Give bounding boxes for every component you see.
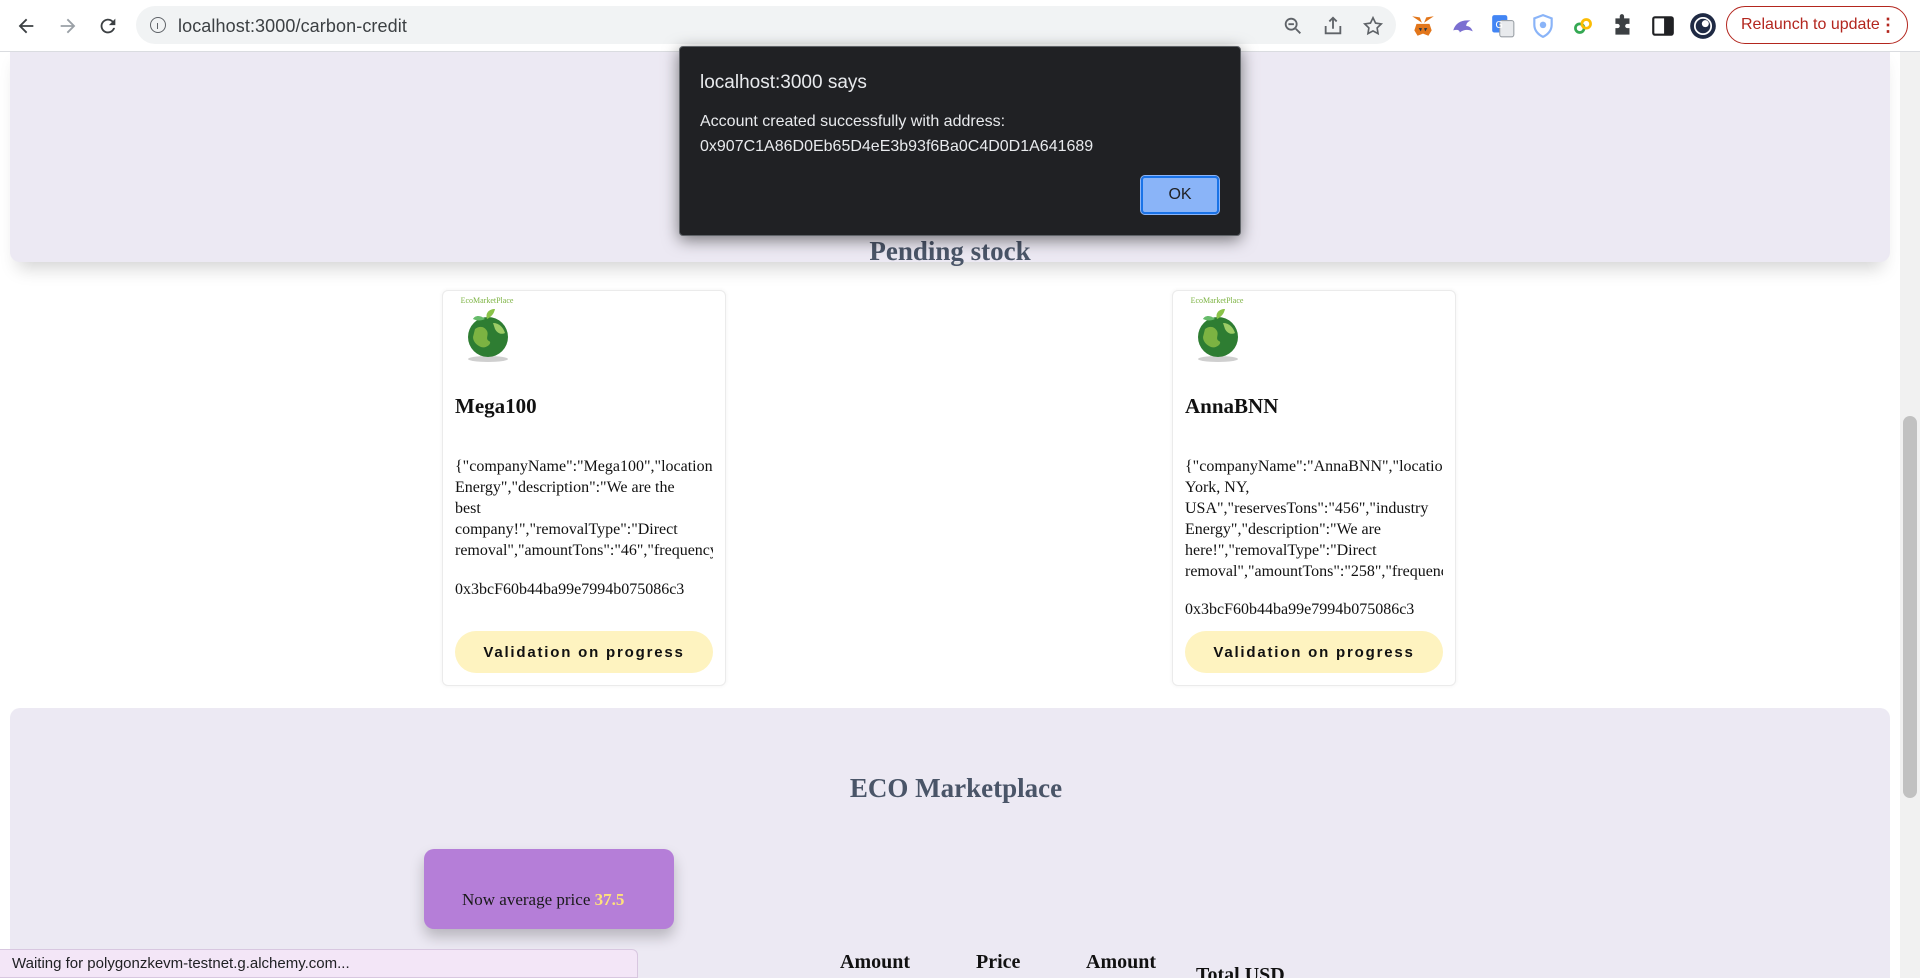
average-price-box: Now average price 37.5 xyxy=(424,849,674,929)
validation-status-button[interactable]: Validation on progress xyxy=(455,631,713,673)
ok-button[interactable]: OK xyxy=(1140,175,1220,215)
shield-icon[interactable] xyxy=(1530,13,1556,39)
share-icon[interactable] xyxy=(1322,15,1344,37)
browser-toolbar: localhost:3000/carbon-credit G Relaunch … xyxy=(0,0,1920,52)
translate-icon[interactable]: G xyxy=(1490,13,1516,39)
marketplace-panel xyxy=(10,708,1890,978)
metamask-icon[interactable] xyxy=(1410,13,1436,39)
reload-button[interactable] xyxy=(92,10,124,42)
site-info-icon[interactable] xyxy=(150,17,166,33)
zoom-icon[interactable] xyxy=(1282,15,1304,37)
relaunch-label: Relaunch to update xyxy=(1741,16,1880,33)
side-panel-icon[interactable] xyxy=(1650,13,1676,39)
arrow-left-icon xyxy=(18,18,34,34)
column-header-total-usd: Total USD xyxy=(1196,964,1285,978)
column-header-amount-2: Amount xyxy=(1086,951,1157,973)
average-price-label: Now average price xyxy=(462,890,591,909)
puzzle-icon[interactable] xyxy=(1610,13,1636,39)
validation-status-button[interactable]: Validation on progress xyxy=(1185,631,1443,673)
company-name: Mega100 xyxy=(455,394,537,418)
bookmark-star-icon[interactable] xyxy=(1362,15,1384,37)
average-price-text: Now average price 37.5 xyxy=(462,890,624,910)
wallet-address: 0x3bcF60b44ba99e7994b075086c3 xyxy=(455,581,685,598)
company-details: {"companyName":"Mega100","location Energ… xyxy=(455,458,713,559)
loading-status-bar: Waiting for polygonzkevm-testnet.g.alche… xyxy=(0,949,638,978)
logo-text: EcoMarketPlace xyxy=(460,296,514,305)
forward-button[interactable] xyxy=(52,10,84,42)
average-price-value: 37.5 xyxy=(594,890,625,909)
page-scrollbar[interactable] xyxy=(1900,52,1920,978)
eco-globe-logo-icon xyxy=(1198,309,1238,362)
more-menu-icon[interactable]: ⋮ xyxy=(1879,16,1897,34)
column-header-amount: Amount xyxy=(840,951,911,973)
url-text[interactable]: localhost:3000/carbon-credit xyxy=(178,16,407,37)
link-extension-icon[interactable] xyxy=(1570,13,1596,39)
arrow-right-icon xyxy=(60,18,76,34)
alert-title: localhost:3000 says xyxy=(700,72,867,93)
eco-globe-logo-icon xyxy=(468,309,508,362)
wallet-address: 0x3bcF60b44ba99e7994b075086c3 xyxy=(1185,601,1415,618)
extension-dragon-icon[interactable] xyxy=(1450,13,1476,39)
logo-text: EcoMarketPlace xyxy=(1190,296,1244,305)
alert-message: Account created successfully with addres… xyxy=(700,113,1094,155)
marketplace-title: ECO Marketplace xyxy=(849,773,1063,803)
stock-card: EcoMarketPlace Mega100 {"companyName":"M… xyxy=(442,290,726,686)
relaunch-to-update-button[interactable]: Relaunch to update ⋮ xyxy=(1726,6,1908,44)
back-button[interactable] xyxy=(10,10,42,42)
alert-dialog: localhost:3000 says Account created succ… xyxy=(679,46,1241,236)
scrollbar-thumb[interactable] xyxy=(1903,416,1917,798)
pending-stock-title: Pending stock xyxy=(869,236,1031,266)
company-details: {"companyName":"AnnaBNN","location York,… xyxy=(1185,458,1443,580)
stock-card: EcoMarketPlace AnnaBNN {"companyName":"A… xyxy=(1172,290,1456,686)
profile-avatar-icon[interactable] xyxy=(1689,12,1717,40)
svg-text:G: G xyxy=(1495,20,1503,31)
reload-icon xyxy=(100,18,116,34)
column-header-price: Price xyxy=(976,951,1021,973)
company-name: AnnaBNN xyxy=(1185,394,1279,418)
address-bar[interactable]: localhost:3000/carbon-credit xyxy=(136,6,1396,44)
